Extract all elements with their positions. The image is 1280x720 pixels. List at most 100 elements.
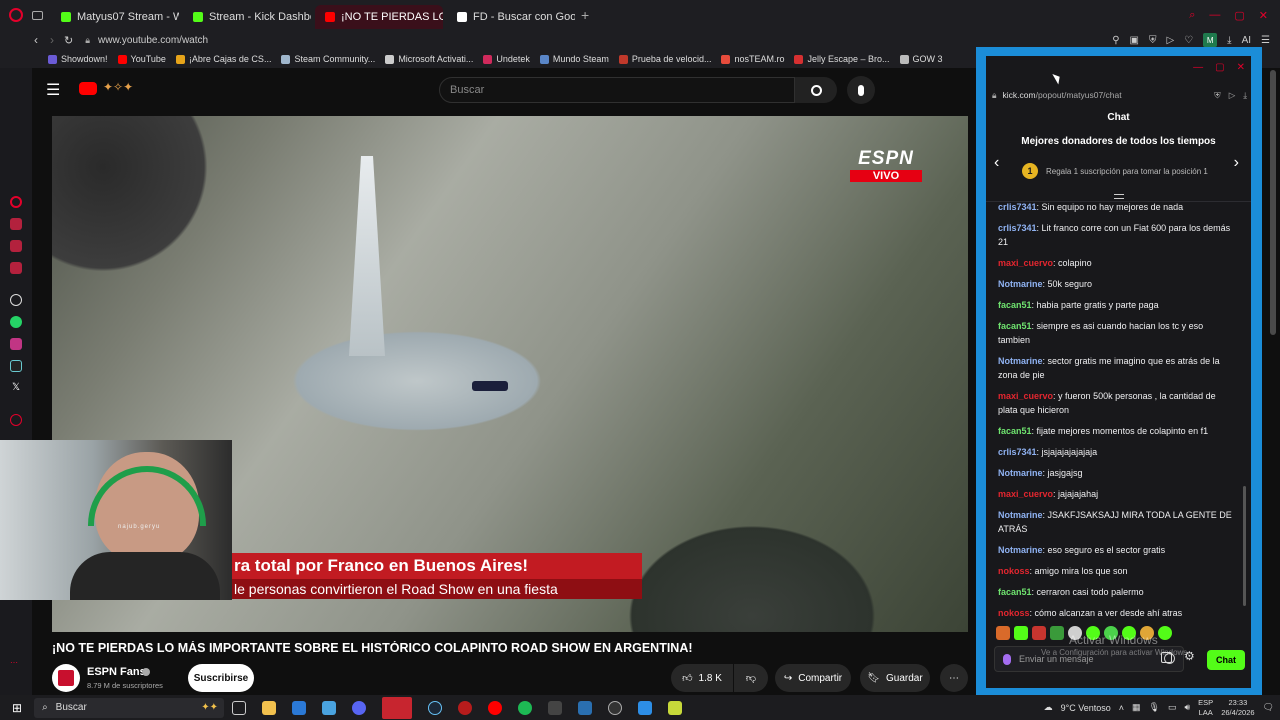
popup-close-button[interactable]: ✕ [1237,62,1245,73]
tray-app-icon[interactable]: ▦ [1132,702,1141,713]
ai-icon[interactable]: AI [1242,35,1251,46]
extension-icon[interactable]: ⚲ [1112,35,1119,46]
more-actions-button[interactable]: ⋯ [940,664,968,692]
menu-icon[interactable]: ☰ [1261,35,1270,46]
emote-icon[interactable] [996,626,1010,640]
search-tabs-icon[interactable]: ⌕ [1189,9,1195,22]
maximize-button[interactable]: ▢ [1234,9,1244,22]
gift-icon[interactable] [1161,652,1172,663]
sidebar-icon-history[interactable] [10,414,22,426]
bookmark-item[interactable]: Prueba de velocid... [618,54,711,64]
bookmark-item[interactable]: Showdown! [48,54,108,64]
bookmark-item[interactable]: ¡Abre Cajas de CS... [175,54,271,64]
new-tab-button[interactable]: + [581,7,589,23]
hamburger-menu-icon[interactable]: ☰ [46,80,60,100]
chat-username[interactable]: Notmarine [998,510,1043,520]
leaderboard-prev-icon[interactable]: ‹ [994,154,999,172]
search-input[interactable]: Buscar [439,77,795,103]
chat-username[interactable]: facan51 [998,426,1032,436]
subscribe-button[interactable]: Suscribirse [188,664,254,692]
taskbar-app-icon[interactable] [292,700,307,715]
bookmark-item[interactable]: nosTEAM.ro [721,54,784,64]
popup-minimize-button[interactable]: — [1193,62,1203,73]
bookmark-item[interactable]: YouTube [117,54,166,64]
taskbar-search[interactable]: ⌕ Buscar ✦✦ [34,697,225,718]
like-button[interactable]: 👍︎ 1.8 K [671,664,733,692]
bookmark-item[interactable]: Undetek [483,54,530,64]
chat-username[interactable]: Notmarine [998,356,1043,366]
popup-download-icon[interactable]: ⤓ [1243,90,1247,101]
play-icon[interactable]: ▷ [1166,35,1174,46]
taskbar-app-icon[interactable] [608,700,623,715]
forward-icon[interactable]: › [50,33,54,47]
instagram-icon[interactable] [10,338,22,350]
clock[interactable]: 23:33 26/4/2026 [1221,698,1254,718]
download-icon[interactable]: ⤓ [1227,35,1231,46]
chat-username[interactable]: Notmarine [998,545,1043,555]
profile-avatar[interactable]: M [1203,33,1218,47]
bookmark-item[interactable]: Mundo Steam [539,54,609,64]
browser-tab[interactable]: FD - Buscar con Google [447,5,575,29]
leaderboard-next-icon[interactable]: › [1234,154,1239,172]
collapse-handle[interactable] [1114,194,1124,199]
spotify-icon[interactable] [518,700,533,715]
sidebar-icon-2[interactable] [10,218,22,230]
taskbar-app-icon[interactable] [638,700,653,715]
snapshot-icon[interactable]: ▣ [1130,35,1139,46]
volume-icon[interactable]: 🔊︎ [1185,702,1191,713]
chat-username[interactable]: facan51 [998,587,1032,597]
notifications-icon[interactable]: 🗨︎ [1263,702,1274,713]
steam-icon[interactable] [428,700,443,715]
x-twitter-icon[interactable]: 𝕏 [10,382,22,394]
popup-url-host[interactable]: kick.com [1003,90,1036,100]
taskbar-app-icon[interactable] [322,700,337,715]
channel-name[interactable]: ESPN Fans [87,666,146,678]
chat-username[interactable]: nokoss [998,608,1030,618]
bookmark-item[interactable]: Microsoft Activati... [385,54,473,64]
heart-icon[interactable]: ♡ [1184,35,1193,46]
youtube-taskbar-icon[interactable] [488,700,503,715]
popup-play-icon[interactable]: ▷ [1229,90,1236,101]
back-icon[interactable]: ‹ [34,33,38,47]
bookmark-item[interactable]: GOW 3 [899,54,943,64]
opera-taskbar-icon[interactable] [382,696,413,719]
chat-username[interactable]: maxi_cuervo [998,258,1053,268]
sidebar-icon-4[interactable] [10,262,22,274]
chat-username[interactable]: crlis7341 [998,223,1037,233]
chat-username[interactable]: crlis7341 [998,202,1037,212]
minimize-button[interactable]: — [1209,9,1220,22]
close-window-button[interactable]: ✕ [1259,9,1268,22]
chat-username[interactable]: crlis7341 [998,447,1037,457]
chat-username[interactable]: Notmarine [998,468,1043,478]
whatsapp-icon[interactable] [10,316,22,328]
task-view-icon[interactable] [232,700,247,715]
reload-icon[interactable]: ↻ [64,34,73,47]
weather-icon[interactable]: ☁ [1044,702,1053,713]
dislike-button[interactable]: 👎︎ [734,664,768,692]
browser-tab[interactable]: Matyus07 Stream - Watch [51,5,179,29]
shield-icon[interactable]: ⛨ [1149,35,1157,46]
taskbar-app-icon[interactable] [458,700,473,715]
search-button[interactable] [795,77,837,103]
file-explorer-icon[interactable] [262,700,277,715]
voice-search-button[interactable] [847,76,875,104]
opera-logo-icon[interactable] [9,8,23,22]
popup-url-path[interactable]: /popout/matyus07/chat [1036,90,1122,100]
chat-username[interactable]: facan51 [998,321,1032,331]
chat-username[interactable]: nokoss [998,566,1030,576]
browser-tab[interactable]: Stream - Kick Dashboard [183,5,311,29]
youtube-doodle[interactable]: ✦✧✦ [103,80,133,94]
chat-username[interactable]: maxi_cuervo [998,489,1053,499]
mic-tray-icon[interactable]: 🎙︎ [1149,702,1160,713]
tiktok-icon[interactable] [10,360,22,372]
chat-scrollbar[interactable] [1243,486,1246,606]
emote-icon[interactable] [1032,626,1046,640]
sidebar-icon-3[interactable] [10,240,22,252]
youtube-logo[interactable] [79,82,97,95]
tab-overview-icon[interactable] [32,10,43,20]
browser-tab[interactable]: ¡NO TE PIERDAS LO MÁS [315,5,443,29]
windows-start-icon[interactable]: ⊞ [12,701,22,715]
popup-maximize-button[interactable]: ▢ [1215,62,1224,73]
emote-icon[interactable] [1014,626,1028,640]
chat-send-button[interactable]: Chat [1207,650,1245,670]
